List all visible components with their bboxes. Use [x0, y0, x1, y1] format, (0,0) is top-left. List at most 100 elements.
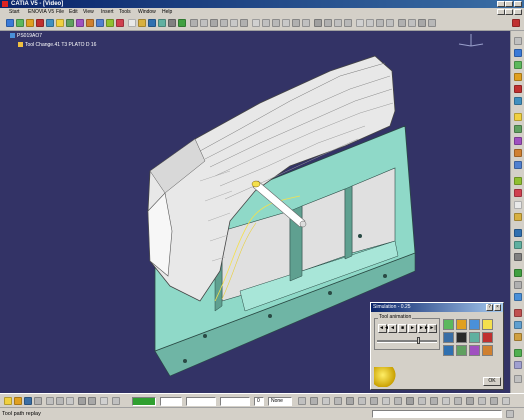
remove-material-icon[interactable] — [482, 345, 493, 356]
normal-view-bottom-icon[interactable] — [394, 397, 402, 405]
machining-op-4-icon[interactable] — [514, 73, 522, 81]
machining-op-12-icon[interactable] — [514, 177, 522, 185]
normal-view-icon[interactable] — [292, 19, 300, 27]
machining-op-18-icon[interactable] — [514, 253, 522, 261]
line-icon[interactable] — [220, 19, 228, 27]
machining-op-23-icon[interactable] — [514, 321, 522, 329]
profile-contouring-icon[interactable] — [106, 19, 114, 27]
fit-all-view-icon[interactable] — [334, 397, 342, 405]
transparency-field[interactable] — [160, 397, 182, 406]
properties-icon[interactable] — [298, 397, 306, 405]
zoom-in-icon[interactable] — [370, 397, 378, 405]
menu-insert[interactable]: Insert — [101, 8, 114, 16]
photo-mode-icon[interactable] — [482, 319, 493, 330]
redo-icon[interactable] — [88, 397, 96, 405]
hide-show-bottom-icon[interactable] — [430, 397, 438, 405]
cutter-icon[interactable] — [456, 345, 467, 356]
help-button[interactable]: ? — [486, 304, 493, 311]
machining-op-2-icon[interactable] — [514, 49, 522, 57]
menu-edit[interactable]: Edit — [69, 8, 78, 16]
help-icon[interactable] — [100, 397, 108, 405]
menu-file[interactable]: File — [56, 8, 64, 16]
machining-op-24-icon[interactable] — [514, 333, 522, 341]
machining-workbench-icon[interactable] — [6, 19, 14, 27]
lighting-icon[interactable] — [466, 397, 474, 405]
ground-icon[interactable] — [490, 397, 498, 405]
cut-icon[interactable] — [46, 397, 54, 405]
line-thickness-field[interactable] — [186, 397, 216, 406]
machining-op-10-icon[interactable] — [514, 149, 522, 157]
shading-icon[interactable] — [314, 19, 322, 27]
snap-icon[interactable] — [408, 19, 416, 27]
menu-help[interactable]: Help — [162, 8, 172, 16]
simulation-icon[interactable] — [66, 19, 74, 27]
analysis-icon[interactable] — [482, 332, 493, 343]
zoom-icon[interactable] — [252, 19, 260, 27]
slider-thumb[interactable] — [417, 337, 420, 344]
command-input[interactable] — [372, 410, 502, 418]
sweeping-icon[interactable] — [138, 19, 146, 27]
undo-icon[interactable] — [78, 397, 86, 405]
magnifier-icon[interactable] — [502, 397, 510, 405]
display-options-icon[interactable] — [456, 332, 467, 343]
compass-icon[interactable] — [455, 32, 487, 48]
print-icon[interactable] — [34, 397, 42, 405]
menu-view[interactable]: View — [83, 8, 94, 16]
machining-op-9-icon[interactable] — [514, 137, 522, 145]
path-display-icon[interactable] — [456, 319, 467, 330]
color-field[interactable] — [132, 397, 156, 406]
machining-op-20-icon[interactable] — [514, 281, 522, 289]
tool-query-icon[interactable] — [86, 19, 94, 27]
multi-view-icon[interactable] — [454, 397, 462, 405]
machining-op-27-icon[interactable] — [514, 375, 522, 383]
paste-icon[interactable] — [66, 397, 74, 405]
machining-op-6-icon[interactable] — [514, 97, 522, 105]
machining-op-3-icon[interactable] — [514, 61, 522, 69]
zoom-out-icon[interactable] — [382, 397, 390, 405]
pan-icon[interactable] — [262, 19, 270, 27]
play-button[interactable]: ► — [408, 324, 417, 333]
line-type-field[interactable] — [220, 397, 250, 406]
machining-op-22-icon[interactable] — [514, 309, 522, 317]
doc-close-button[interactable] — [514, 9, 522, 15]
replay-slider[interactable] — [377, 337, 437, 344]
compass-toggle-icon[interactable] — [418, 19, 426, 27]
machining-op-11-icon[interactable] — [514, 161, 522, 169]
measure-icon[interactable] — [344, 19, 352, 27]
contour-driven-icon[interactable] — [158, 19, 166, 27]
section-icon[interactable] — [366, 19, 374, 27]
painter-icon[interactable] — [310, 397, 318, 405]
machining-op-8-icon[interactable] — [514, 125, 522, 133]
nc-output-icon[interactable] — [76, 19, 84, 27]
menu-tools[interactable]: Tools — [119, 8, 131, 16]
machining-operation-icon[interactable] — [36, 19, 44, 27]
shading-bottom-icon[interactable] — [418, 397, 426, 405]
sketch-icon[interactable] — [356, 19, 364, 27]
roughing-icon[interactable] — [128, 19, 136, 27]
layer-field[interactable]: None — [268, 397, 292, 406]
maximize-button[interactable] — [505, 1, 513, 7]
machining-op-13-icon[interactable] — [514, 189, 522, 197]
machining-op-7-icon[interactable] — [514, 113, 522, 121]
views-icon[interactable] — [406, 397, 414, 405]
point-type-field[interactable]: 0 — [254, 397, 264, 406]
copy-icon[interactable] — [56, 397, 64, 405]
fit-all-bottom-icon[interactable] — [112, 397, 120, 405]
spec-tree-root[interactable]: PS019AO7 — [10, 33, 42, 39]
menu-enovia[interactable]: ENOVIA V5 — [28, 8, 54, 16]
distance-icon[interactable] — [386, 19, 394, 27]
spiral-icon[interactable] — [178, 19, 186, 27]
plane-icon[interactable] — [230, 19, 238, 27]
minimize-button[interactable] — [497, 1, 505, 7]
ok-button[interactable]: OK — [483, 377, 501, 386]
collision-check-icon[interactable] — [443, 332, 454, 343]
doc-restore-button[interactable] — [505, 9, 513, 15]
tool-display-icon[interactable] — [443, 319, 454, 330]
pencil-icon[interactable] — [190, 19, 198, 27]
save-icon[interactable] — [24, 397, 32, 405]
video-mode-icon[interactable] — [469, 319, 480, 330]
pan-view-icon[interactable] — [346, 397, 354, 405]
machining-op-25-icon[interactable] — [514, 349, 522, 357]
open-icon[interactable] — [14, 397, 22, 405]
part-operation-icon[interactable] — [16, 19, 24, 27]
